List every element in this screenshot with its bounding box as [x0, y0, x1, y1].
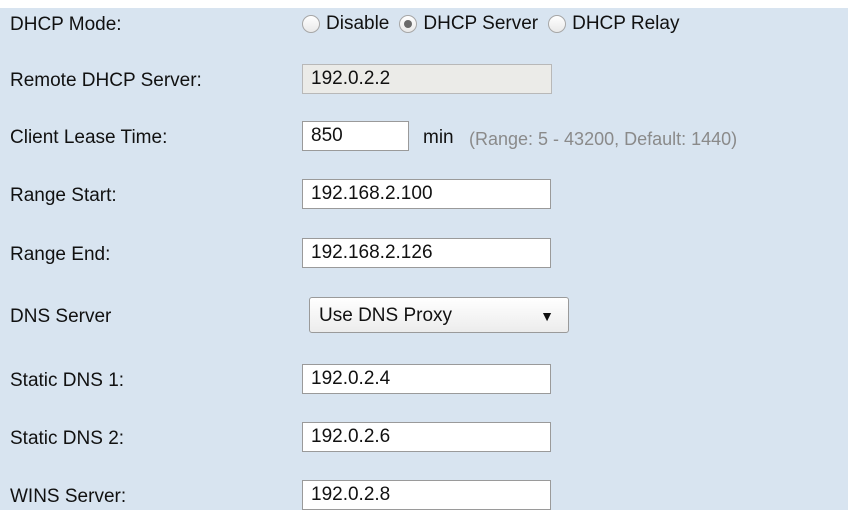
- range-end-label: Range End:: [10, 244, 111, 265]
- wins-server-row: WINS Server:: [0, 474, 848, 510]
- remote-dhcp-server-label: Remote DHCP Server:: [10, 70, 202, 91]
- lease-time-unit: min: [423, 127, 454, 148]
- lease-time-range-hint: (Range: 5 - 43200, Default: 1440): [469, 129, 738, 149]
- dns-server-label: DNS Server: [10, 306, 112, 327]
- range-start-row: Range Start:: [0, 173, 848, 209]
- dhcp-mode-label: DHCP Mode:: [10, 14, 122, 35]
- static-dns-2-input[interactable]: [302, 422, 551, 452]
- dhcp-mode-relay-label[interactable]: DHCP Relay: [572, 13, 679, 35]
- client-lease-time-row: Client Lease Time: min (Range: 5 - 43200…: [0, 115, 848, 151]
- dhcp-mode-disable-radio[interactable]: [302, 15, 320, 33]
- dhcp-mode-relay-radio[interactable]: [548, 15, 567, 33]
- static-dns-2-row: Static DNS 2:: [0, 416, 848, 452]
- range-start-input[interactable]: [302, 179, 551, 209]
- static-dns-1-row: Static DNS 1:: [0, 358, 848, 394]
- static-dns-2-label: Static DNS 2:: [10, 428, 125, 449]
- dropdown-arrow-icon: ▼: [540, 308, 554, 324]
- dhcp-mode-disable-label[interactable]: Disable: [326, 13, 389, 35]
- dhcp-mode-server-label[interactable]: DHCP Server: [423, 13, 538, 35]
- remote-dhcp-server-row: Remote DHCP Server:: [0, 58, 848, 94]
- dhcp-mode-radio-group: Disable DHCP Server DHCP Relay: [302, 10, 689, 38]
- range-end-input[interactable]: [302, 238, 551, 268]
- wins-server-input[interactable]: [302, 480, 551, 510]
- dhcp-mode-server-radio[interactable]: [399, 15, 418, 33]
- static-dns-1-label: Static DNS 1:: [10, 370, 125, 391]
- dhcp-mode-row: DHCP Mode: Disable DHCP Server DHCP Rela…: [0, 0, 848, 35]
- dns-server-select[interactable]: Use DNS Proxy ▼: [309, 297, 569, 333]
- remote-dhcp-server-input[interactable]: [302, 64, 552, 94]
- static-dns-1-input[interactable]: [302, 364, 551, 394]
- client-lease-time-label: Client Lease Time:: [10, 127, 168, 148]
- dns-server-selected-value: Use DNS Proxy: [319, 305, 453, 326]
- client-lease-time-input[interactable]: [302, 121, 409, 151]
- range-end-row: Range End:: [0, 232, 848, 268]
- wins-server-label: WINS Server:: [10, 486, 127, 507]
- range-start-label: Range Start:: [10, 185, 117, 206]
